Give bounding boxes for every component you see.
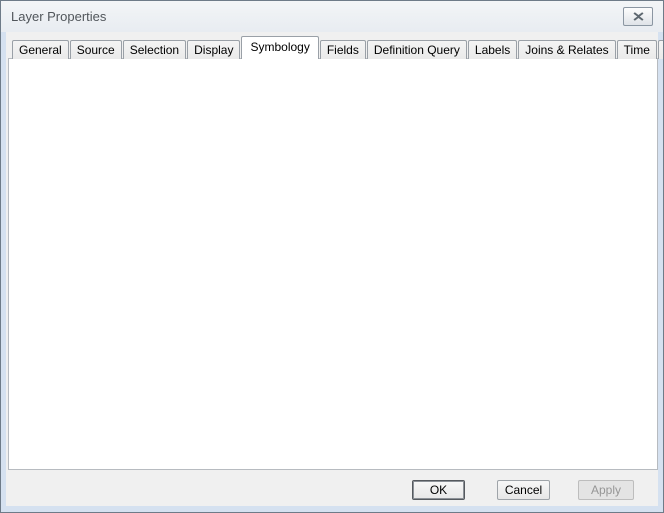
tab-joins-relates[interactable]: Joins & Relates <box>518 40 615 59</box>
tab-fields[interactable]: Fields <box>320 40 366 59</box>
tab-labels[interactable]: Labels <box>468 40 517 59</box>
ok-button[interactable]: OK <box>412 480 465 500</box>
window-title: Layer Properties <box>11 9 106 24</box>
tab-selection[interactable]: Selection <box>123 40 186 59</box>
tab-definition-query[interactable]: Definition Query <box>367 40 467 59</box>
tab-html-popup[interactable]: HTML Popup <box>658 40 664 59</box>
layer-properties-dialog: Layer Properties General Source Selectio… <box>0 0 664 513</box>
tab-symbology[interactable]: Symbology <box>241 36 318 59</box>
tab-general[interactable]: General <box>12 40 69 59</box>
tab-time[interactable]: Time <box>617 40 657 59</box>
cancel-button[interactable]: Cancel <box>497 480 550 500</box>
apply-button[interactable]: Apply <box>578 480 634 500</box>
close-button[interactable] <box>623 7 653 26</box>
tab-display[interactable]: Display <box>187 40 240 59</box>
titlebar: Layer Properties <box>1 1 663 32</box>
tab-source[interactable]: Source <box>70 40 122 59</box>
close-icon <box>633 12 644 21</box>
tab-strip: General Source Selection Display Symbolo… <box>12 36 664 59</box>
symbology-tab-page <box>8 58 658 470</box>
